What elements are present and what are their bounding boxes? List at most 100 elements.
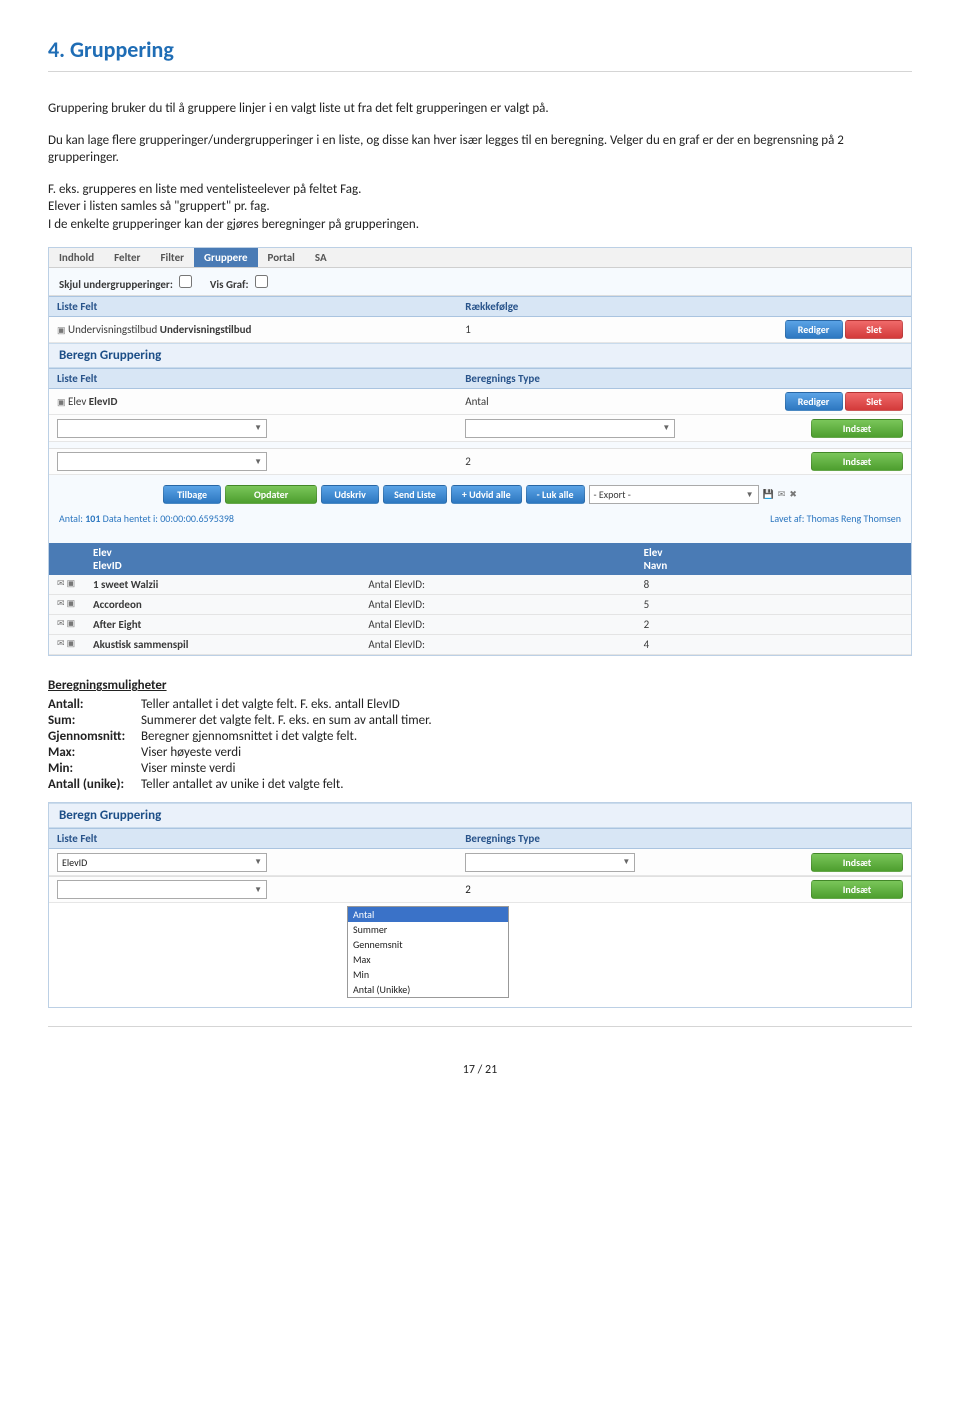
indsaet-button[interactable]: Indsæt [811, 419, 903, 438]
mail-icon[interactable]: ✉ [778, 489, 786, 500]
beregn-type-select[interactable]: ▼ [465, 419, 675, 438]
indsaet-button[interactable]: Indsæt [811, 880, 903, 899]
slet-button[interactable]: Slet [845, 320, 903, 339]
tab-filter[interactable]: Filter [150, 248, 194, 267]
intro-p3: F. eks. grupperes en liste med ventelist… [48, 181, 912, 234]
liste-felt-select[interactable]: ElevID▼ [57, 853, 267, 872]
expand-icon[interactable]: ✉ ▣ [49, 635, 85, 654]
antal-label: Antal ElevID: [360, 635, 635, 654]
liste-felt-select-2[interactable]: ▼ [57, 880, 267, 899]
definitions: Beregningsmuligheter Antall: Teller anta… [48, 678, 912, 792]
expand-icon[interactable]: ▣ [57, 325, 66, 336]
def-desc: Summerer det valgte felt. F. eks. en sum… [141, 713, 432, 728]
def-key: Antall (unike): [48, 777, 138, 792]
bottom-val: 2 [457, 452, 775, 471]
chevron-down-icon: ▼ [254, 885, 262, 895]
luk-alle-button[interactable]: - Luk alle [526, 485, 585, 504]
indsaet-button[interactable]: Indsæt [811, 452, 903, 471]
tab-sa[interactable]: SA [305, 248, 337, 267]
th-liste-felt: Liste Felt [49, 297, 457, 316]
option-max[interactable]: Max [348, 952, 508, 967]
send-liste-button[interactable]: Send Liste [383, 485, 447, 504]
status-left: Antal: 101 Data hentet i: 00:00:00.65953… [59, 512, 234, 525]
section-title: 4. Gruppering [48, 36, 912, 63]
screenshot-beregn-dropdown: Beregn Gruppering Liste Felt Beregnings … [48, 802, 912, 1008]
list-item: After Eight [85, 615, 360, 634]
chevron-down-icon: ▼ [622, 857, 630, 867]
def-desc: Teller antallet i det valgte felt. F. ek… [141, 697, 400, 712]
beregn-type-options[interactable]: Antal Summer Gennemsnit Max Min Antal (U… [347, 906, 509, 998]
row-undervisning: ▣ Undervisningstilbud Undervisningstilbu… [49, 320, 457, 339]
udskriv-button[interactable]: Udskriv [321, 485, 379, 504]
skjul-under-checkbox[interactable] [179, 275, 192, 288]
tab-portal[interactable]: Portal [258, 248, 305, 267]
liste-felt-select[interactable]: ▼ [57, 419, 267, 438]
def-key: Max: [48, 745, 138, 760]
list-item: 1 sweet Walzii [85, 575, 360, 594]
chevron-down-icon: ▼ [662, 423, 670, 433]
rediger-button[interactable]: Rediger [785, 392, 843, 411]
page-number: 17 / 21 [48, 1063, 912, 1077]
vis-graf-label: Vis Graf: [210, 278, 271, 291]
tabs: Indhold Felter Filter Gruppere Portal SA [49, 248, 911, 268]
tab-felter[interactable]: Felter [104, 248, 150, 267]
expand-icon[interactable]: ▣ [57, 397, 66, 408]
save-icon[interactable]: 💾 [763, 489, 774, 500]
th-liste-felt-2: Liste Felt [49, 369, 457, 388]
list-item: Akustisk sammenspil [85, 635, 360, 654]
action-bar: Tilbage Opdater Udskriv Send Liste + Udv… [49, 475, 911, 508]
row-undervisning-val: 1 [457, 320, 775, 339]
beregn-gruppering-head: Beregn Gruppering [49, 343, 911, 368]
chevron-down-icon: ▼ [254, 457, 262, 467]
antal-label: Antal ElevID: [360, 595, 635, 614]
antal-label: Antal ElevID: [360, 615, 635, 634]
opdater-button[interactable]: Opdater [225, 485, 317, 504]
close-icon[interactable]: ✖ [789, 489, 797, 500]
def-key: Gjennomsnitt: [48, 729, 138, 744]
expand-icon[interactable]: ✉ ▣ [49, 615, 85, 634]
vis-graf-checkbox[interactable] [255, 275, 268, 288]
antal-val: 2 [636, 615, 911, 634]
antal-val: 4 [636, 635, 911, 654]
option-min[interactable]: Min [348, 967, 508, 982]
antal-label: Antal ElevID: [360, 575, 635, 594]
screenshot-gruppering-ui: Indhold Felter Filter Gruppere Portal SA… [48, 247, 912, 656]
status-right: Lavet af: Thomas Reng Thomsen [770, 512, 901, 525]
def-key: Antall: [48, 697, 138, 712]
th-raekkefolge: Rækkefølge [457, 297, 775, 316]
option-antal-unikke[interactable]: Antal (Unikke) [348, 982, 508, 997]
indsaet-button[interactable]: Indsæt [811, 853, 903, 872]
bottom-val: 2 [457, 880, 775, 899]
th-beregnings-type: Beregnings Type [457, 829, 775, 848]
def-desc: Beregner gjennomsnittet i det valgte fel… [141, 729, 357, 744]
def-key: Min: [48, 761, 138, 776]
col-elev-navn: ElevNavn [636, 543, 911, 575]
intro-p2: Du kan lage flere grupperinger/undergrup… [48, 132, 912, 167]
option-summer[interactable]: Summer [348, 922, 508, 937]
export-select[interactable]: - Export -▼ [589, 485, 759, 504]
tab-indhold[interactable]: Indhold [49, 248, 104, 267]
beregn-gruppering-head: Beregn Gruppering [49, 803, 911, 828]
chevron-down-icon: ▼ [254, 857, 262, 867]
defs-head: Beregningsmuligheter [48, 678, 912, 693]
row-elev-elevid: ▣ Elev ElevID [49, 392, 457, 411]
slet-button[interactable]: Slet [845, 392, 903, 411]
intro-p1: Gruppering bruker du til å gruppere linj… [48, 100, 912, 118]
udvid-alle-button[interactable]: + Udvid alle [451, 485, 522, 504]
chevron-down-icon: ▼ [254, 423, 262, 433]
def-key: Sum: [48, 713, 138, 728]
expand-icon[interactable]: ✉ ▣ [49, 575, 85, 594]
tilbage-button[interactable]: Tilbage [163, 485, 221, 504]
antal-val: 5 [636, 595, 911, 614]
divider [48, 71, 912, 72]
skjul-under-label: Skjul undergrupperinger: [59, 278, 195, 291]
chevron-down-icon: ▼ [746, 490, 754, 500]
rediger-button[interactable]: Rediger [785, 320, 843, 339]
expand-icon[interactable]: ✉ ▣ [49, 595, 85, 614]
def-desc: Viser minste verdi [141, 761, 236, 776]
beregn-type-select[interactable]: ▼ [465, 853, 635, 872]
option-gennemsnit[interactable]: Gennemsnit [348, 937, 508, 952]
tab-gruppere[interactable]: Gruppere [194, 248, 258, 267]
liste-felt-select-2[interactable]: ▼ [57, 452, 267, 471]
option-antal[interactable]: Antal [348, 907, 508, 922]
